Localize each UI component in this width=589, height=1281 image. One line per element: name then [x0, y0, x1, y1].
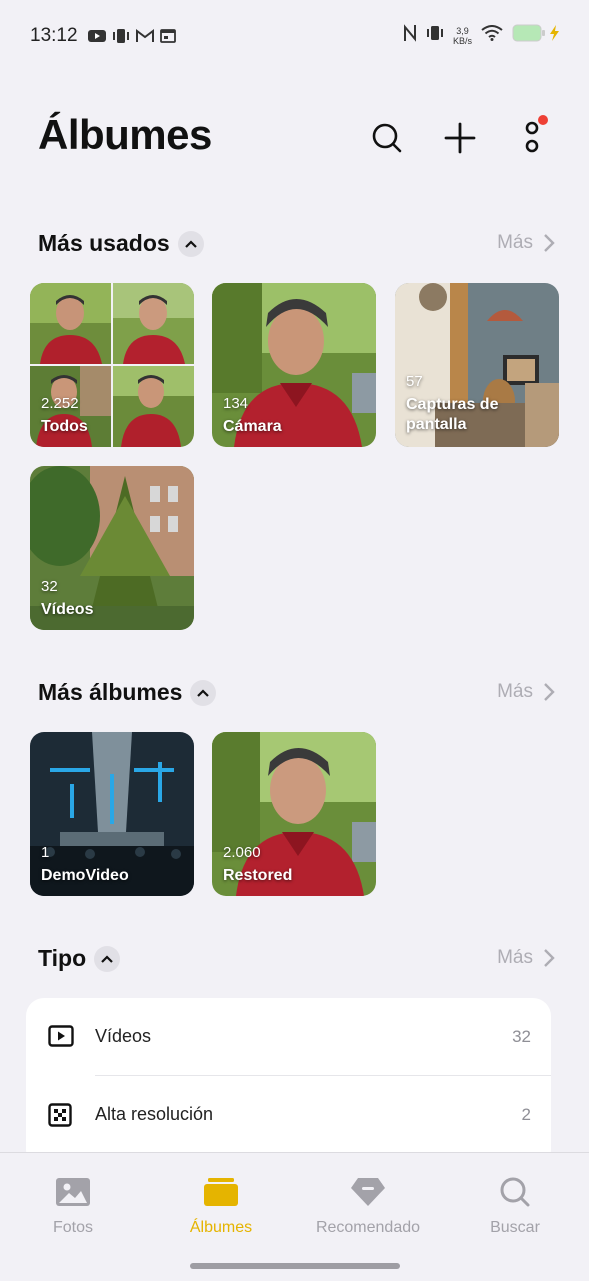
more-link-most-used[interactable]: Más	[497, 232, 555, 254]
section-most-used-header: Más usados	[38, 230, 204, 257]
type-label: Alta resolución	[95, 1104, 214, 1124]
nav-label: Álbumes	[189, 1219, 253, 1236]
chevron-up-icon	[101, 954, 113, 963]
nav-label: Fotos	[52, 1219, 93, 1236]
gmail-icon	[136, 29, 154, 48]
battery-icon	[512, 24, 546, 47]
albums-icon	[151, 1175, 291, 1209]
more-label: Más	[497, 232, 533, 253]
charging-icon	[547, 24, 561, 47]
more-label: Más	[497, 681, 533, 702]
status-time: 13:12	[30, 25, 78, 46]
album-todos[interactable]: 2.252 Todos	[30, 283, 194, 447]
more-link-more-albums[interactable]: Más	[497, 681, 555, 703]
album-capturas-de-pantalla[interactable]: 57 Capturas de pantalla	[395, 283, 559, 447]
vibrate-icon	[426, 25, 444, 46]
home-indicator[interactable]	[190, 1263, 400, 1269]
nav-label: Buscar	[490, 1219, 540, 1236]
album-restored[interactable]: 2.060 Restored	[212, 732, 376, 896]
nav-item-recomendado[interactable]: Recomendado	[298, 1175, 438, 1237]
nfc-icon	[403, 24, 417, 47]
wifi-icon	[481, 25, 503, 46]
type-label: Vídeos	[95, 1026, 152, 1046]
plus-icon	[444, 122, 476, 154]
youtube-icon	[88, 29, 106, 48]
section-title: Tipo	[38, 945, 87, 971]
type-row-videos[interactable]: Vídeos 32	[26, 998, 551, 1076]
collapse-button[interactable]	[177, 230, 204, 257]
section-type-header: Tipo	[38, 945, 121, 972]
photos-icon	[3, 1175, 143, 1209]
more-link-type[interactable]: Más	[497, 947, 555, 969]
section-more-albums-header: Más álbumes	[38, 679, 217, 706]
search-icon	[372, 123, 402, 153]
nav-item-buscar[interactable]: Buscar	[445, 1175, 585, 1237]
more-label: Más	[497, 947, 533, 968]
page-title: Álbumes	[38, 111, 212, 158]
album-count: 57	[406, 373, 423, 390]
nav-item-fotos[interactable]: Fotos	[3, 1175, 143, 1237]
type-count: 32	[512, 1027, 531, 1046]
chevron-right-icon	[544, 234, 555, 252]
album-videos[interactable]: 32 Vídeos	[30, 466, 194, 630]
chevron-up-icon	[184, 239, 197, 248]
status-right-icons: 3,9 KB/s	[403, 24, 561, 47]
chevron-right-icon	[544, 949, 555, 967]
album-demovideo[interactable]: 1 DemoVideo	[30, 732, 194, 896]
status-bar: 13:12 3,9 KB/s	[0, 0, 589, 72]
nav-label: Recomendado	[315, 1219, 421, 1236]
album-name: Restored	[223, 867, 293, 884]
thumbnail	[113, 366, 194, 447]
add-album-button[interactable]	[438, 116, 482, 160]
album-count: 32	[41, 578, 58, 595]
album-count: 1	[41, 844, 50, 861]
album-count: 134	[223, 395, 249, 412]
album-count: 2.060	[223, 844, 261, 861]
chevron-right-icon	[544, 683, 555, 701]
status-left-icons	[88, 28, 176, 49]
notification-dot	[538, 115, 548, 125]
net-speed: 3,9 KB/s	[452, 25, 472, 46]
video-icon	[48, 1025, 74, 1052]
album-name: Capturas de pantalla	[406, 396, 499, 433]
type-row-alta-resolucion[interactable]: Alta resolución 2	[26, 1076, 551, 1154]
more-options-button[interactable]	[510, 115, 554, 160]
recommended-icon	[298, 1175, 438, 1209]
section-title: Más usados	[38, 230, 170, 256]
search-button[interactable]	[365, 116, 409, 160]
type-count: 2	[521, 1105, 531, 1124]
type-list-card: Vídeos 32 Alta resolución 2	[26, 998, 551, 1168]
album-name: DemoVideo	[41, 867, 129, 884]
calendar-icon	[160, 29, 176, 48]
collapse-button[interactable]	[190, 679, 217, 706]
chevron-up-icon	[197, 688, 210, 697]
collapse-button[interactable]	[94, 945, 121, 972]
section-title: Más álbumes	[38, 679, 183, 705]
album-camara[interactable]: 134 Cámara	[212, 283, 376, 447]
bottom-navigation: Fotos Álbumes Recomendado Buscar	[0, 1152, 589, 1281]
vibrate-icon	[112, 28, 130, 49]
album-name: Cámara	[223, 418, 282, 435]
album-name: Todos	[41, 418, 88, 435]
album-name: Vídeos	[41, 601, 94, 618]
thumbnail	[30, 283, 111, 364]
high-resolution-icon	[48, 1103, 72, 1132]
search-icon	[445, 1175, 585, 1209]
thumbnail	[113, 283, 194, 364]
album-count: 2.252	[41, 395, 79, 412]
nav-item-albumes[interactable]: Álbumes	[151, 1175, 291, 1237]
